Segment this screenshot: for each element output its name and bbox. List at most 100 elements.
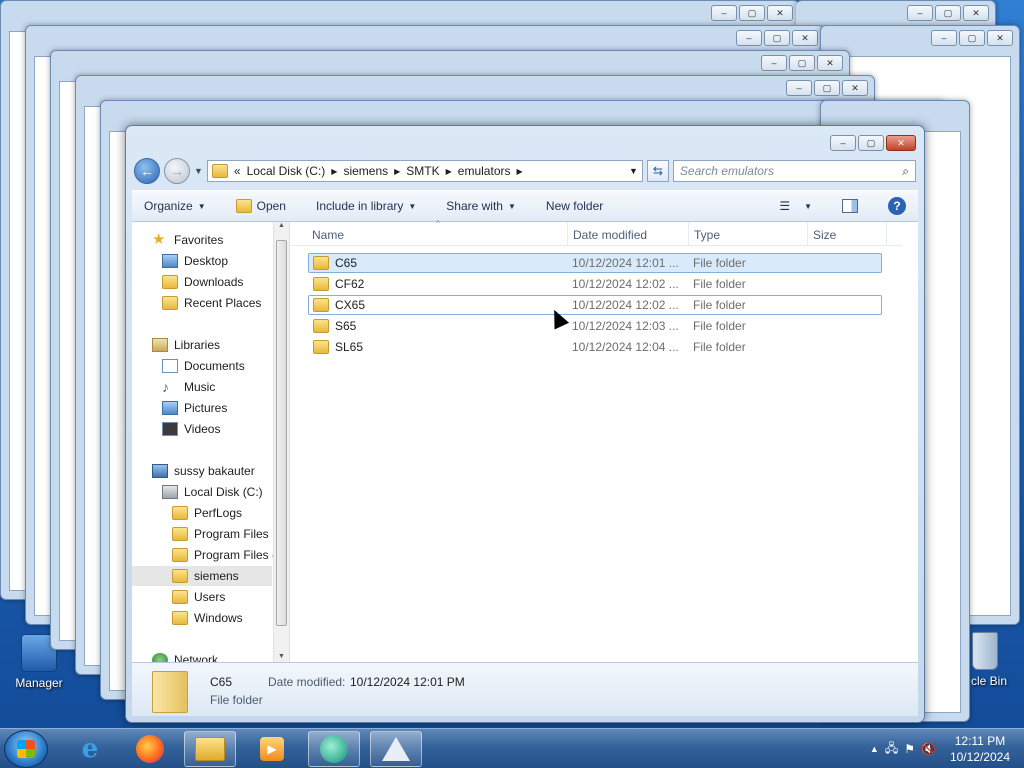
folder-icon bbox=[313, 298, 329, 312]
breadcrumb-separator-icon[interactable]: ▶ bbox=[446, 167, 452, 176]
organize-button[interactable]: Organize ▼ bbox=[144, 199, 206, 213]
breadcrumb-separator-icon[interactable]: ▶ bbox=[331, 167, 337, 176]
nav-recent-places[interactable]: Recent Places bbox=[162, 293, 261, 313]
nav-documents[interactable]: Documents bbox=[162, 356, 245, 376]
file-row[interactable]: CF62 10/12/2024 12:02 ... File folder bbox=[308, 274, 882, 294]
taskbar: e ▶ ▲ 🖧 ⚑ 🔇 12:11 PM 10/12/2024 bbox=[0, 728, 1024, 768]
maximize-icon[interactable]: ▢ bbox=[858, 135, 884, 151]
file-row[interactable]: C65 10/12/2024 12:01 ... File folder bbox=[308, 253, 882, 273]
nav-libraries[interactable]: Libraries bbox=[152, 335, 220, 355]
folder-icon bbox=[172, 611, 188, 625]
nav-local-disk[interactable]: Local Disk (C:) bbox=[162, 482, 263, 502]
nav-users[interactable]: Users bbox=[172, 587, 225, 607]
nav-program-files-x86[interactable]: Program Files ( bbox=[172, 545, 276, 565]
nav-scrollbar[interactable]: ▲ ▼ bbox=[273, 222, 289, 662]
breadcrumb-emulators[interactable]: emulators bbox=[458, 164, 511, 178]
downloads-icon bbox=[162, 275, 178, 289]
file-row[interactable]: S65 10/12/2024 12:03 ... File folder bbox=[308, 316, 882, 336]
help-button[interactable]: ? bbox=[888, 197, 906, 215]
close-icon[interactable]: ✕ bbox=[767, 5, 793, 21]
forward-arrow-icon: → bbox=[170, 163, 184, 179]
nav-siemens[interactable]: siemens bbox=[132, 566, 272, 586]
sort-indicator-icon: ^ bbox=[436, 219, 440, 228]
clock[interactable]: 12:11 PM 10/12/2024 bbox=[950, 733, 1010, 765]
maximize-icon[interactable]: ▢ bbox=[739, 5, 765, 21]
address-bar[interactable]: « Local Disk (C:) ▶ siemens ▶ SMTK ▶ emulat… bbox=[206, 160, 643, 182]
column-name[interactable]: Name bbox=[312, 228, 344, 242]
network-tray-icon[interactable]: 🖧 bbox=[885, 739, 898, 760]
folder-icon bbox=[313, 340, 329, 354]
column-size[interactable]: Size bbox=[813, 228, 836, 242]
volume-muted-icon[interactable]: 🔇 bbox=[921, 742, 936, 756]
media-player-icon: ▶ bbox=[260, 737, 284, 761]
nav-downloads[interactable]: Downloads bbox=[162, 272, 243, 292]
breadcrumb-smtk[interactable]: SMTK bbox=[406, 164, 439, 178]
minimize-icon[interactable]: – bbox=[830, 135, 856, 151]
scroll-up-icon[interactable]: ▲ bbox=[274, 222, 289, 229]
taskbar-internet-explorer[interactable]: e bbox=[64, 731, 116, 767]
breadcrumb-local-disk[interactable]: Local Disk (C:) bbox=[247, 164, 326, 178]
folder-icon bbox=[313, 277, 329, 291]
taskbar-media-player[interactable]: ▶ bbox=[246, 731, 298, 767]
search-box[interactable]: Search emulators ⌕ bbox=[672, 160, 916, 182]
desktop-icon-label: cle Bin bbox=[970, 674, 1008, 688]
folder-icon bbox=[172, 569, 188, 583]
file-list-scrollbar[interactable] bbox=[902, 222, 918, 662]
back-button[interactable]: ← bbox=[134, 158, 160, 184]
nav-videos[interactable]: Videos bbox=[162, 419, 220, 439]
open-button[interactable]: Open bbox=[235, 199, 286, 213]
nav-perflogs[interactable]: PerfLogs bbox=[172, 503, 242, 523]
clock-date: 10/12/2024 bbox=[949, 750, 1010, 764]
window-caption-buttons: – ▢ ✕ bbox=[830, 135, 916, 151]
nav-windows[interactable]: Windows bbox=[172, 608, 243, 628]
minimize-icon[interactable]: – bbox=[711, 5, 737, 21]
taskbar-app-1[interactable] bbox=[308, 731, 360, 767]
nav-scrollbar-thumb[interactable] bbox=[276, 240, 287, 626]
breadcrumb-siemens[interactable]: siemens bbox=[343, 164, 388, 178]
address-dropdown-icon[interactable]: ▼ bbox=[629, 166, 638, 176]
show-hidden-icons-icon[interactable]: ▲ bbox=[870, 744, 879, 754]
explorer-window[interactable]: – ▢ ✕ ← → ▼ « Local Disk (C:) ▶ siemens ▶ … bbox=[125, 125, 925, 723]
nav-desktop[interactable]: Desktop bbox=[162, 251, 228, 271]
folder-icon bbox=[172, 527, 188, 541]
taskbar-app-2[interactable] bbox=[370, 731, 422, 767]
column-type[interactable]: Type bbox=[694, 228, 720, 242]
open-folder-icon bbox=[235, 199, 252, 213]
start-button[interactable] bbox=[4, 730, 48, 768]
file-row[interactable]: SL65 10/12/2024 12:04 ... File folder bbox=[308, 337, 882, 357]
include-in-library-button[interactable]: Include in library ▼ bbox=[316, 199, 416, 213]
forward-button[interactable]: → bbox=[164, 158, 190, 184]
share-with-button[interactable]: Share with ▼ bbox=[446, 199, 516, 213]
taskbar-explorer[interactable] bbox=[184, 731, 236, 767]
nav-favorites[interactable]: ★ Favorites bbox=[152, 230, 223, 250]
recent-pages-dropdown-icon[interactable]: ▼ bbox=[194, 166, 203, 176]
nav-music[interactable]: ♪ Music bbox=[162, 377, 215, 397]
breadcrumb-separator-icon[interactable]: ▶ bbox=[516, 167, 522, 176]
app-green-icon bbox=[320, 735, 348, 763]
refresh-button[interactable]: ⇆ bbox=[646, 160, 669, 182]
change-view-button[interactable]: ☰ ▼ bbox=[779, 199, 812, 213]
nav-network[interactable]: Network bbox=[152, 650, 218, 662]
search-icon[interactable]: ⌕ bbox=[902, 164, 909, 179]
explorer-folder-icon bbox=[195, 737, 225, 761]
file-row[interactable]: CX65 10/12/2024 12:02 ... File folder bbox=[308, 295, 882, 315]
music-icon: ♪ bbox=[162, 379, 169, 395]
documents-icon bbox=[162, 359, 178, 373]
new-folder-button[interactable]: New folder bbox=[546, 199, 603, 213]
preview-pane-button[interactable] bbox=[842, 199, 858, 213]
taskbar-firefox[interactable] bbox=[124, 731, 176, 767]
recent-places-icon bbox=[162, 296, 178, 310]
address-overflow-chevron[interactable]: « bbox=[234, 164, 241, 178]
scroll-down-icon[interactable]: ▼ bbox=[274, 653, 289, 660]
app-tent-icon bbox=[382, 737, 410, 761]
details-date-label: Date modified: bbox=[268, 675, 346, 689]
nav-program-files[interactable]: Program Files bbox=[172, 524, 269, 544]
column-date-modified[interactable]: Date modified bbox=[573, 228, 647, 242]
nav-pictures[interactable]: Pictures bbox=[162, 398, 227, 418]
action-center-flag-icon[interactable]: ⚑ bbox=[904, 742, 915, 756]
preview-pane-icon bbox=[842, 199, 858, 213]
breadcrumb-separator-icon[interactable]: ▶ bbox=[394, 167, 400, 176]
nav-computer[interactable]: sussy bakauter bbox=[152, 461, 255, 481]
close-icon[interactable]: ✕ bbox=[886, 135, 916, 151]
system-tray: ▲ 🖧 ⚑ 🔇 12:11 PM 10/12/2024 bbox=[870, 729, 1024, 768]
